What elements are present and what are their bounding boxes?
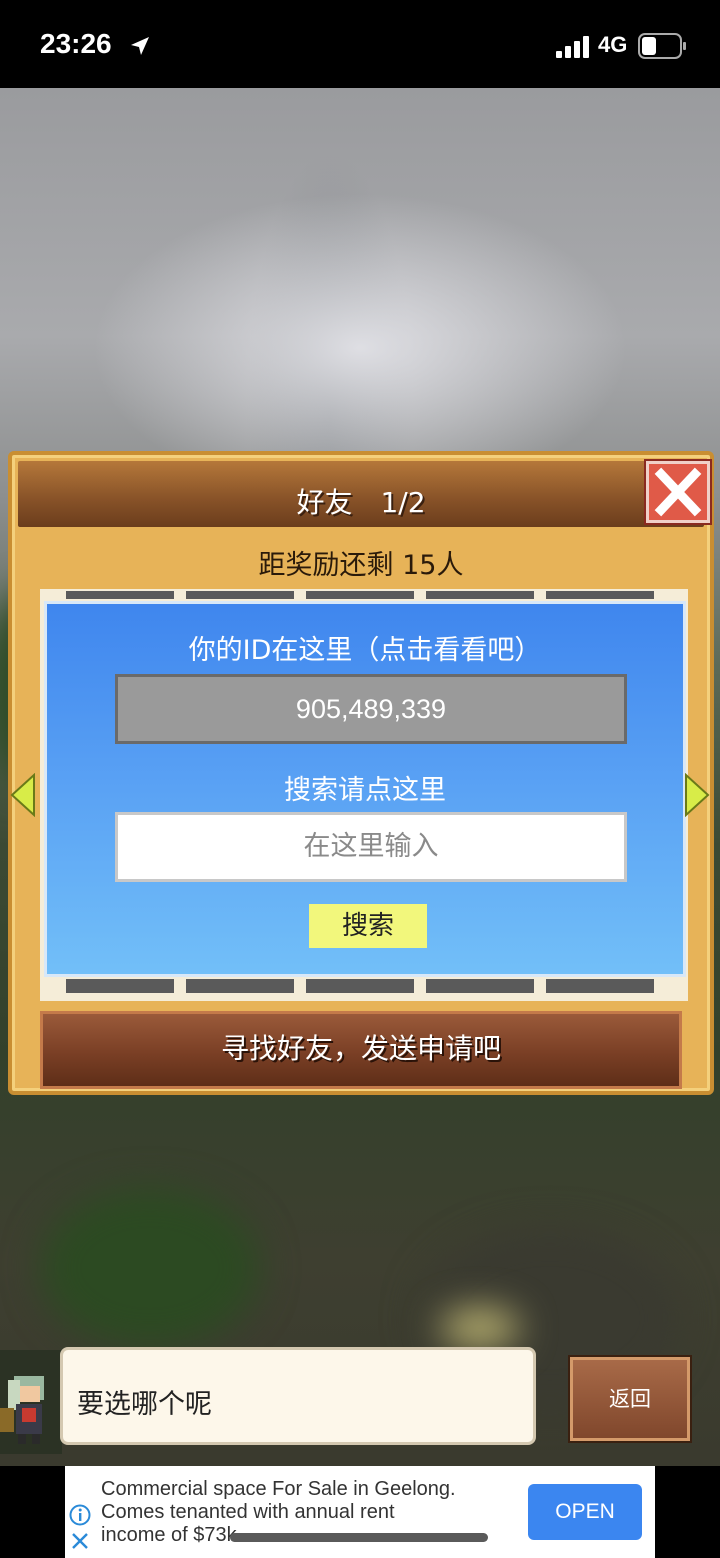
- friend-slot: [186, 591, 294, 599]
- bg-foliage: [40, 1188, 260, 1348]
- info-icon[interactable]: [69, 1504, 91, 1526]
- search-input[interactable]: 在这里输入: [115, 812, 627, 882]
- id-label: 你的ID在这里（点击看看吧）: [188, 635, 542, 666]
- next-page-arrow-icon[interactable]: [684, 773, 710, 817]
- signal-bars-icon: [556, 36, 589, 58]
- speech-text: 要选哪个呢: [77, 1389, 212, 1420]
- dialog-title: 好友 1/2: [296, 486, 426, 519]
- ad-banner[interactable]: Commercial space For Sale in Geelong. Co…: [65, 1466, 655, 1558]
- friend-slot: [426, 591, 534, 599]
- friend-slot: [546, 979, 654, 993]
- friend-dialog: 好友 1/2 距奖励还剩 15人 你的ID在这里（点击看看吧） 905,489,…: [8, 451, 714, 1095]
- dialog-header: 好友 1/2: [18, 461, 704, 527]
- ad-text-line: income of $73k: [101, 1524, 237, 1546]
- ad-open-button[interactable]: OPEN: [528, 1484, 642, 1540]
- find-friends-button[interactable]: 寻找好友，发送申请吧: [40, 1011, 682, 1089]
- friend-slot: [426, 979, 534, 993]
- close-button[interactable]: [644, 459, 712, 525]
- friend-slot: [306, 979, 414, 993]
- friend-slot: [306, 591, 414, 599]
- location-arrow-icon: [131, 37, 149, 55]
- status-bar: 23:26 4G: [0, 0, 720, 88]
- character-sprite-icon: [0, 1376, 44, 1444]
- close-icon: [654, 467, 702, 517]
- friend-slot: [186, 979, 294, 993]
- friend-search-panel: 你的ID在这里（点击看看吧） 905,489,339 搜索请点这里 在这里输入 …: [44, 601, 686, 977]
- battery-icon: [638, 33, 686, 59]
- friend-slot: [66, 591, 174, 599]
- player-id-display[interactable]: 905,489,339: [115, 674, 627, 744]
- friend-slot: [546, 591, 654, 599]
- back-button[interactable]: 返回: [568, 1355, 692, 1443]
- friend-slot: [66, 979, 174, 993]
- prev-page-arrow-icon[interactable]: [10, 773, 36, 817]
- ad-text-line: Commercial space For Sale in Geelong.: [101, 1478, 456, 1500]
- bg-light: [440, 1308, 520, 1348]
- character-portrait: [0, 1350, 62, 1454]
- speech-bubble: 要选哪个呢: [60, 1347, 536, 1445]
- home-indicator[interactable]: [230, 1533, 488, 1542]
- status-time: 23:26: [40, 28, 112, 59]
- search-label: 搜索请点这里: [284, 775, 446, 806]
- search-button[interactable]: 搜索: [309, 904, 427, 948]
- ad-text-line: Comes tenanted with annual rent: [101, 1501, 395, 1523]
- network-type: 4G: [598, 32, 628, 57]
- close-icon[interactable]: [71, 1532, 89, 1550]
- reward-progress-text: 距奖励还剩 15人: [258, 550, 464, 581]
